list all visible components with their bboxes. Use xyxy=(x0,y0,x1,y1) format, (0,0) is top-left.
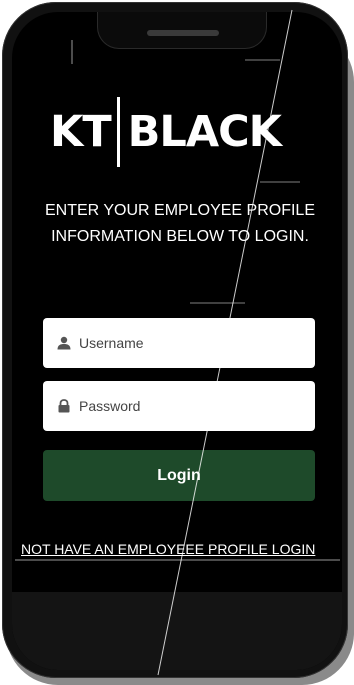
login-instructions: ENTER YOUR EMPLOYEE PROFILE INFORMATION … xyxy=(45,202,315,245)
speaker-grille xyxy=(147,30,219,36)
login-button[interactable]: Login xyxy=(43,450,315,501)
signup-link[interactable]: NOT HAVE AN EMPLOYEEE PROFILE LOGIN xyxy=(21,541,340,557)
password-field[interactable] xyxy=(43,381,315,431)
username-field[interactable] xyxy=(43,318,315,368)
username-input[interactable] xyxy=(79,335,299,351)
password-input[interactable] xyxy=(79,398,299,414)
screen-bottom-area xyxy=(12,592,342,670)
user-icon xyxy=(57,336,71,350)
kt-black-logo: KT BLACK xyxy=(50,96,310,168)
logo-divider xyxy=(116,97,120,167)
logo-black: BLACK xyxy=(127,106,282,157)
lock-icon xyxy=(58,399,70,413)
logo-kt: KT xyxy=(50,106,112,157)
